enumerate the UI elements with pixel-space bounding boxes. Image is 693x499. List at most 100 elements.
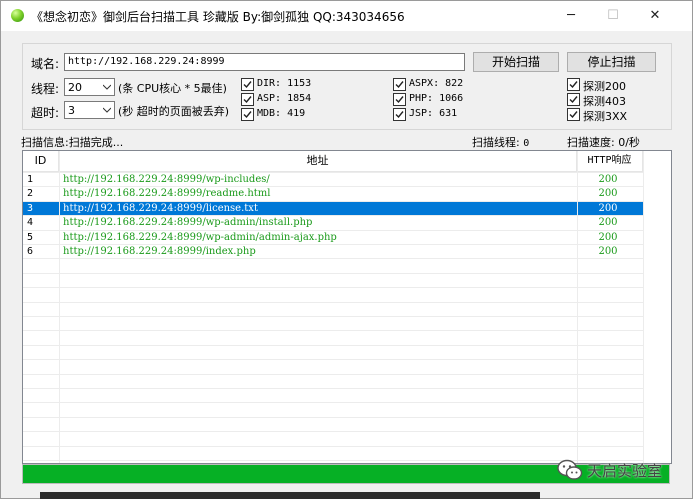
scan-info: 扫描信息:扫描完成... — [21, 134, 123, 150]
row-http-code: 200 — [598, 217, 618, 229]
checkmark-icon — [243, 111, 252, 119]
grid-line — [23, 445, 643, 447]
column-line — [643, 151, 644, 463]
row-id: 3 — [27, 202, 34, 214]
scan-speed: 扫描速度: 0/秒 — [567, 134, 640, 150]
timeout-hint: (秒 超时的页面被丢弃) — [118, 105, 230, 118]
timeout-label: 超时: — [31, 106, 60, 120]
grid-line — [23, 258, 643, 260]
dict-asp-label: ASP: 1854 — [257, 93, 312, 104]
threads-label: 线程: — [31, 82, 60, 96]
dict-jsp-label: JSP: 631 — [409, 108, 458, 119]
row-id: 1 — [27, 174, 34, 185]
row-url: http://192.168.229.24:8999/wp-includes/ — [63, 174, 270, 185]
results-header: ID 地址 HTTP响应 — [23, 151, 643, 172]
probe-3xx-label: 探测3XX — [583, 110, 628, 123]
row-url: http://192.168.229.24:8999/readme.html — [63, 188, 271, 200]
column-line — [577, 151, 578, 463]
background-window-strip — [40, 492, 540, 499]
checkmark-icon — [243, 81, 252, 89]
grid-line — [23, 287, 643, 289]
column-http-response[interactable]: HTTP响应 — [577, 151, 643, 171]
row-http-code: 200 — [598, 188, 618, 200]
column-url[interactable]: 地址 — [59, 151, 577, 171]
close-button[interactable]: ✕ — [635, 1, 675, 31]
row-id: 2 — [27, 188, 34, 200]
grid-line — [23, 301, 643, 303]
timeout-select[interactable]: 3 — [64, 101, 115, 119]
stop-scan-button[interactable]: 停止扫描 — [567, 52, 656, 72]
grid-line — [23, 373, 643, 375]
scan-speed-label: 扫描速度: — [567, 136, 615, 149]
chevron-down-icon — [103, 84, 111, 90]
row-id: 4 — [27, 217, 34, 229]
start-scan-button[interactable]: 开始扫描 — [473, 52, 559, 72]
scan-threads-label: 扫描线程: — [472, 136, 520, 149]
grid-line — [23, 359, 643, 361]
checkbox-box — [393, 78, 406, 91]
row-id: 5 — [27, 231, 34, 243]
grid-line — [23, 186, 643, 188]
row-http-code: 200 — [598, 246, 618, 257]
threads-select[interactable]: 20 — [64, 78, 115, 96]
checkmark-icon — [243, 96, 252, 104]
grid-line — [23, 416, 643, 418]
row-http-code: 200 — [598, 231, 618, 243]
row-http-code: 200 — [598, 174, 618, 185]
grid-line — [23, 402, 643, 404]
row-url: http://192.168.229.24:8999/wp-admin/inst… — [63, 217, 313, 229]
grid-line — [23, 215, 643, 217]
timeout-value: 3 — [68, 104, 75, 117]
row-url: http://192.168.229.24:8999/license.txt — [63, 202, 258, 214]
domain-label: 域名: — [31, 57, 60, 71]
dict-aspx-label: ASPX: 822 — [409, 78, 464, 89]
checkbox-box — [567, 78, 580, 91]
dict-php-label: PHP: 1066 — [409, 93, 464, 104]
grid-line — [23, 229, 643, 231]
scan-threads-value: 0 — [523, 138, 530, 149]
table-row[interactable]: 5 http://192.168.229.24:8999/wp-admin/adm… — [23, 231, 643, 245]
checkmark-icon — [395, 81, 404, 89]
table-row[interactable]: 4 http://192.168.229.24:8999/wp-admin/ins… — [23, 216, 643, 230]
domain-input[interactable]: http://192.168.229.24:8999 — [64, 53, 465, 71]
threads-value: 20 — [68, 81, 82, 94]
column-id[interactable]: ID — [23, 151, 59, 171]
table-row[interactable]: 2 http://192.168.229.24:8999/readme.html 2… — [23, 187, 643, 201]
grid-line — [23, 460, 643, 461]
chevron-down-icon — [103, 107, 111, 113]
minimize-button[interactable]: ─ — [551, 1, 591, 31]
checkmark-icon — [569, 111, 578, 119]
checkbox-box — [393, 108, 406, 121]
threads-hint: (条 CPU核心 * 5最佳) — [118, 82, 227, 95]
wechat-icon — [557, 459, 583, 480]
table-row[interactable]: 1 http://192.168.229.24:8999/wp-includes/… — [23, 173, 643, 187]
column-line — [59, 151, 60, 463]
results-list[interactable]: ID 地址 HTTP响应 1 http://192.168.229.24:8999… — [22, 150, 672, 464]
row-id: 6 — [27, 246, 34, 257]
checkbox-box — [393, 93, 406, 106]
row-http-code: 200 — [598, 202, 618, 214]
checkmark-icon — [569, 81, 578, 89]
grid-line — [23, 344, 643, 346]
grid-line — [23, 172, 643, 173]
checkbox-box — [241, 78, 254, 91]
scan-info-label: 扫描信息: — [21, 136, 69, 149]
window-title: 《想念初恋》御剑后台扫描工具 珍藏版 By:御剑孤独 QQ:343034656 — [31, 10, 405, 24]
table-row[interactable]: 3 http://192.168.229.24:8999/license.txt 2… — [23, 201, 643, 216]
scan-threads: 扫描线程: 0 — [472, 134, 529, 150]
checkbox-box — [567, 93, 580, 106]
row-url: http://192.168.229.24:8999/wp-admin/admi… — [63, 231, 337, 243]
grid-line — [23, 330, 643, 332]
checkbox-box — [567, 108, 580, 121]
probe-200-label: 探测200 — [583, 80, 626, 93]
grid-line — [23, 388, 643, 389]
title-bar[interactable]: 《想念初恋》御剑后台扫描工具 珍藏版 By:御剑孤独 QQ:343034656 … — [1, 1, 692, 31]
checkmark-icon — [395, 96, 404, 104]
grid-line — [23, 200, 643, 202]
checkbox-box — [241, 93, 254, 106]
checkbox-box — [241, 108, 254, 121]
checkmark-icon — [569, 96, 578, 104]
app-icon — [11, 9, 24, 22]
app-window: 《想念初恋》御剑后台扫描工具 珍藏版 By:御剑孤独 QQ:343034656 … — [0, 0, 693, 499]
table-row[interactable]: 6 http://192.168.229.24:8999/index.php 200 — [23, 245, 643, 259]
